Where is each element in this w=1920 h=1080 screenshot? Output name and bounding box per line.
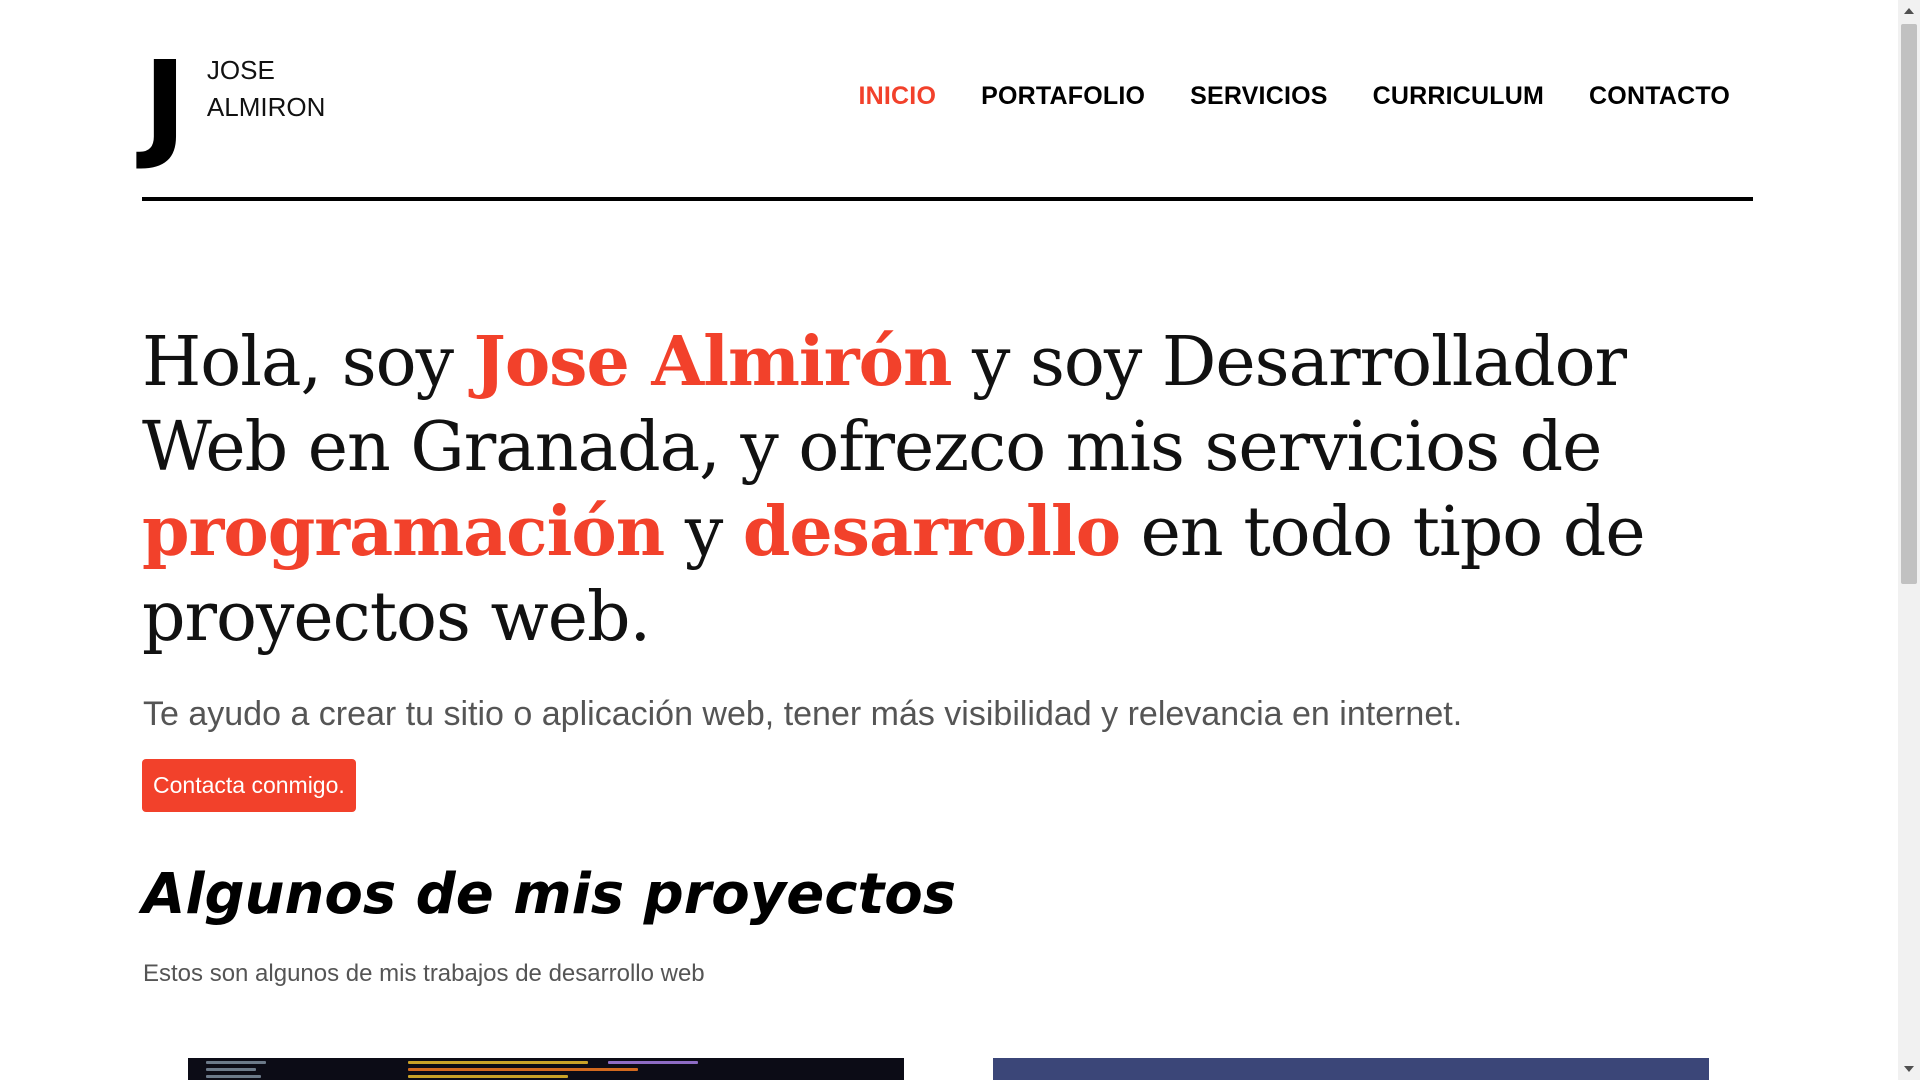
- page: J JOSE ALMIRON INICIO PORTAFOLIO SERVICI…: [0, 0, 1920, 1080]
- nav-item-contacto[interactable]: CONTACTO: [1589, 82, 1730, 111]
- project-card-blue[interactable]: [993, 1058, 1709, 1080]
- projects-subtitle: Estos son algunos de mis trabajos de des…: [143, 960, 705, 987]
- hero-heading: Hola, soy Jose Almirón y soy Desarrollad…: [142, 320, 1782, 660]
- page-scrollbar[interactable]: [1898, 0, 1920, 1080]
- project-card-code[interactable]: [188, 1058, 904, 1080]
- main-nav: INICIO PORTAFOLIO SERVICIOS CURRICULUM C…: [859, 82, 1731, 111]
- logo-mark: J: [143, 35, 187, 173]
- nav-item-curriculum[interactable]: CURRICULUM: [1373, 82, 1544, 111]
- projects-title: Algunos de mis proyectos: [142, 862, 957, 927]
- scroll-thumb[interactable]: [1901, 24, 1917, 584]
- nav-item-servicios[interactable]: SERVICIOS: [1190, 82, 1328, 111]
- scroll-up-icon[interactable]: [1904, 8, 1914, 14]
- logo-text: JOSE ALMIRON: [207, 52, 325, 126]
- hero-text-and: y: [664, 493, 743, 572]
- scroll-down-icon[interactable]: [1904, 1066, 1914, 1072]
- hero-highlight-desarrollo: desarrollo: [742, 492, 1121, 572]
- logo-line-first: JOSE: [206, 55, 275, 85]
- site-logo[interactable]: J JOSE ALMIRON: [143, 35, 325, 173]
- contact-cta-button[interactable]: Contacta conmigo.: [142, 759, 356, 812]
- hero-subtitle: Te ayudo a crear tu sitio o aplicación w…: [143, 695, 1463, 733]
- logo-line-last: ALMIRON: [206, 92, 326, 122]
- nav-item-portafolio[interactable]: PORTAFOLIO: [981, 82, 1145, 111]
- header-divider: [142, 197, 1753, 201]
- hero-highlight-name: Jose Almirón: [473, 322, 953, 402]
- nav-item-inicio[interactable]: INICIO: [859, 82, 937, 111]
- hero-highlight-programacion: programación: [142, 492, 665, 572]
- hero-text-intro: Hola, soy: [142, 323, 474, 402]
